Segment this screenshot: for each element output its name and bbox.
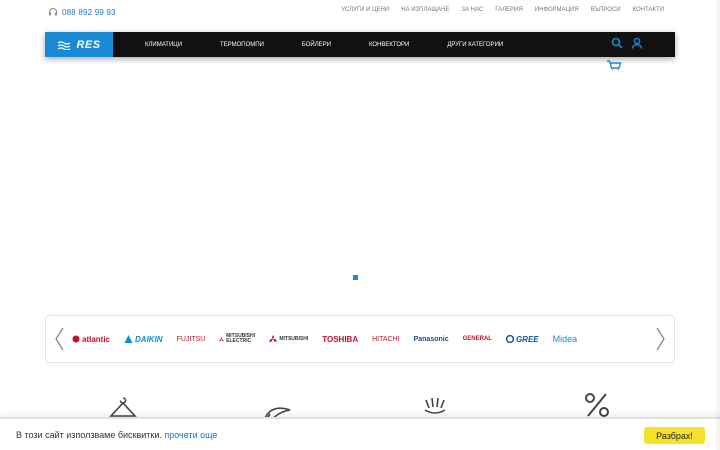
mitsubishi-diamonds-icon [269,335,278,342]
brand-gree[interactable]: GREE [505,334,539,344]
brand-daikin[interactable]: DAIKIN [124,335,163,344]
nav-item-other-categories[interactable]: ДРУГИ КАТЕГОРИИ [447,42,503,48]
toplink-faq[interactable]: ВЪПРОСИ [591,7,621,13]
wave-icon [58,40,71,50]
brand-fujitsu[interactable]: FUJITSU [177,336,206,343]
main-navbar: RES КЛИМАТИЦИ ТЕРМОПОМПИ БОЙЛЕРИ КОНВЕКТ… [45,32,675,57]
brand-midea[interactable]: Midea [553,334,578,344]
chevron-right-icon[interactable] [654,326,668,352]
brand-list: atlantic DAIKIN FUJITSU MITSUBISHI ELECT… [72,316,591,362]
brands-carousel: atlantic DAIKIN FUJITSU MITSUBISHI ELECT… [45,315,675,363]
brand-daikin-label: DAIKIN [135,334,163,344]
search-icon[interactable] [611,37,623,49]
slider-dot-active[interactable] [353,275,358,280]
brand-atlantic-label: atlantic [82,334,111,344]
atlantic-logo-icon [72,335,80,343]
cookie-text: В този сайт използваме бисквитки. [16,430,162,440]
nav-icons [611,37,643,49]
logo-text: RES [76,38,101,51]
toplink-installments[interactable]: НА ИЗПЛАЩАНЕ [401,7,449,13]
toplink-services[interactable]: УСЛУГИ И ЦЕНИ [341,7,389,13]
logo[interactable]: RES [45,32,113,57]
toplink-about[interactable]: ЗА НАС [461,7,483,13]
cookie-read-more-link[interactable]: прочети още [164,430,217,440]
brand-gree-label: GREE [515,334,539,344]
cookie-banner: В този сайт използваме бисквитки. прочет… [0,417,720,450]
brand-mitsubishi-label: MITSUBISHI [279,336,309,342]
scroll-edge-shadow [714,0,720,450]
brand-toshiba[interactable]: TOSHIBA [322,335,358,344]
nav-item-convectors[interactable]: КОНВЕКТОРИ [369,42,409,48]
nav-item-air-conditioners[interactable]: КЛИМАТИЦИ [145,42,182,48]
cookie-accept-button[interactable]: Разбрах! [644,427,705,444]
brand-atlantic[interactable]: atlantic [72,335,110,344]
brand-hitachi[interactable]: HITACHI [372,336,399,343]
headset-icon [49,8,57,16]
brand-mitsubishi[interactable]: MITSUBISHI [269,335,308,343]
daikin-logo-icon [124,335,133,343]
hero-slider [45,70,675,300]
brand-panasonic[interactable]: Panasonic [414,336,449,343]
user-icon[interactable] [631,37,643,49]
brand-mitsubishi-electric-label: MITSUBISHI ELECTRIC [226,333,256,344]
top-bar: 088 892 99 93 УСЛУГИ И ЦЕНИ НА ИЗПЛАЩАНЕ… [0,0,720,28]
phone-number[interactable]: 088 892 99 93 [62,8,116,17]
phone-contact[interactable]: 088 892 99 93 [48,7,116,17]
gree-logo-icon [505,335,514,343]
mitsubishi-diamonds-icon [219,336,225,341]
toplink-info[interactable]: ИНФОРМАЦИЯ [535,7,579,13]
nav-item-boilers[interactable]: БОЙЛЕРИ [302,42,331,48]
nav-item-heat-pumps[interactable]: ТЕРМОПОМПИ [220,42,264,48]
brand-general[interactable]: GENERAL [463,336,492,342]
brand-mitsubishi-electric[interactable]: MITSUBISHI ELECTRIC [219,334,255,344]
top-links: УСЛУГИ И ЦЕНИ НА ИЗПЛАЩАНЕ ЗА НАС ГАЛЕРИ… [341,7,664,13]
cookie-message: В този сайт използваме бисквитки. прочет… [16,430,217,440]
percent-icon [585,393,609,417]
nav-menu: КЛИМАТИЦИ ТЕРМОПОМПИ БОЙЛЕРИ КОНВЕКТОРИ … [145,32,541,57]
toplink-gallery[interactable]: ГАЛЕРИЯ [495,7,523,13]
toplink-contacts[interactable]: КОНТАКТИ [633,7,664,13]
chevron-left-icon[interactable] [52,326,66,352]
